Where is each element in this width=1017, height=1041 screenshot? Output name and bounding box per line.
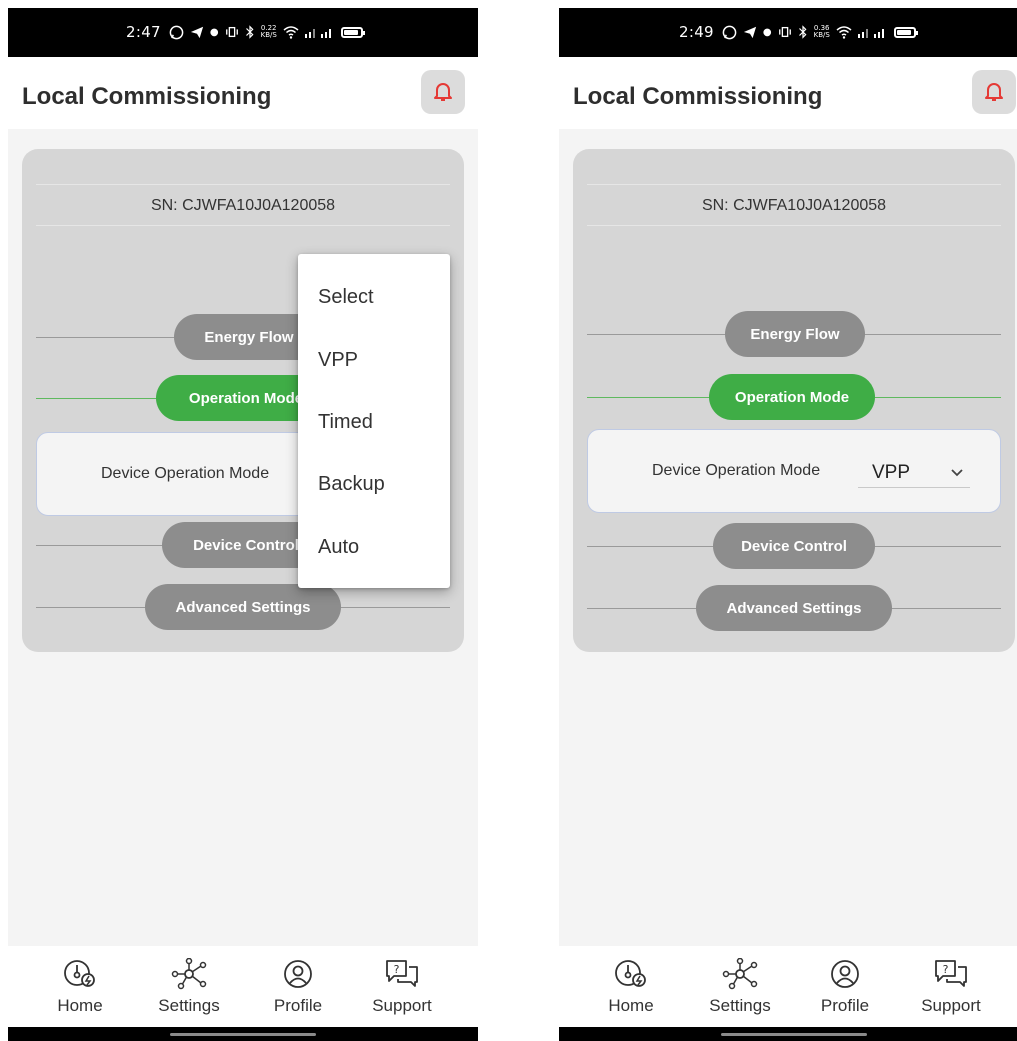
advanced-settings-button[interactable]: Advanced Settings: [145, 584, 341, 630]
vibrate-icon: [778, 26, 791, 38]
nav-support[interactable]: ? Support: [356, 958, 448, 1016]
device-operation-mode-value: VPP: [872, 461, 911, 483]
profile-icon: [831, 960, 859, 988]
settings-network-icon: [722, 958, 758, 990]
page-title: Local Commissioning: [573, 83, 823, 110]
bell-icon: [985, 83, 1003, 101]
nav-home[interactable]: Home: [34, 958, 126, 1016]
chevron-down-icon: [951, 468, 963, 476]
device-operation-mode-label: Device Operation Mode: [652, 462, 821, 479]
nav-settings-label: Settings: [158, 996, 220, 1015]
device-operation-mode-panel: Device Operation Mode VPP: [587, 429, 1001, 513]
nav-profile[interactable]: Profile: [252, 958, 344, 1016]
signal-icon: [304, 29, 331, 38]
dropdown-option-vpp[interactable]: VPP: [318, 349, 358, 372]
nav-settings-label: Settings: [709, 996, 771, 1015]
system-home-bar: [8, 1027, 478, 1041]
status-time: 2:47: [126, 23, 161, 41]
dot-icon: ●: [209, 26, 219, 38]
home-indicator[interactable]: [721, 1033, 867, 1036]
network-speed: 0.36 KB/S: [813, 24, 830, 39]
serial-number: SN: CJWFA10J0A120058: [36, 184, 450, 226]
advanced-settings-button[interactable]: Advanced Settings: [696, 585, 892, 631]
nav-home-label: Home: [57, 996, 103, 1015]
bell-icon: [434, 83, 452, 101]
status-time: 2:49: [679, 23, 714, 41]
nav-home[interactable]: Home: [585, 958, 677, 1016]
support-chat-icon: ?: [935, 960, 967, 987]
nav-support[interactable]: ? Support: [905, 958, 997, 1016]
telegram-icon: [743, 26, 757, 39]
notifications-button[interactable]: [421, 70, 465, 114]
battery-icon: [340, 26, 365, 38]
notifications-button[interactable]: [972, 70, 1016, 114]
svg-text:?: ?: [943, 963, 949, 976]
dropdown-option-auto[interactable]: Auto: [318, 536, 359, 559]
dropdown-option-timed[interactable]: Timed: [318, 411, 373, 434]
serial-number: SN: CJWFA10J0A120058: [587, 184, 1001, 226]
status-bar: 2:49 ● 0.36 KB/S: [559, 8, 1017, 57]
profile-icon: [284, 960, 312, 988]
device-operation-mode-select[interactable]: VPP: [858, 458, 970, 488]
bottom-navigation: Home Settings Profile ? Support: [8, 946, 478, 1041]
wifi-icon: [836, 26, 852, 39]
signal-icon: [857, 29, 884, 38]
bottom-navigation: Home Settings Profile ? Support: [559, 946, 1017, 1041]
nav-profile-label: Profile: [273, 996, 323, 1015]
operation-mode-dropdown: Select VPP Timed Backup Auto: [298, 254, 450, 588]
telegram-icon: [190, 26, 204, 39]
phone-screen-left: 2:47 ● 0.22 KB/S Local Commissioning SN: …: [8, 8, 478, 1041]
vibrate-icon: [225, 26, 238, 38]
status-bar: 2:47 ● 0.22 KB/S: [8, 8, 478, 57]
app-header: Local Commissioning: [559, 57, 1017, 129]
nav-support-label: Support: [372, 996, 432, 1015]
dot-icon: ●: [762, 26, 772, 38]
energy-flow-button[interactable]: Energy Flow: [725, 311, 865, 357]
settings-network-icon: [171, 958, 207, 990]
nav-settings[interactable]: Settings: [694, 958, 786, 1016]
svg-text:?: ?: [394, 963, 400, 976]
wifi-icon: [283, 26, 299, 39]
device-operation-mode-label: Device Operation Mode: [101, 465, 270, 482]
dropdown-option-backup[interactable]: Backup: [318, 473, 385, 496]
battery-icon: [893, 26, 918, 38]
home-gauge-icon: [64, 960, 95, 987]
dropdown-option-select[interactable]: Select: [318, 286, 374, 309]
home-gauge-icon: [615, 960, 646, 987]
operation-mode-button[interactable]: Operation Mode: [709, 374, 875, 420]
app-header: Local Commissioning: [8, 57, 478, 129]
whatsapp-icon: [722, 25, 737, 39]
system-home-bar: [559, 1027, 1017, 1041]
bluetooth-icon: [245, 25, 254, 39]
bluetooth-icon: [798, 25, 807, 39]
home-indicator[interactable]: [170, 1033, 316, 1036]
nav-settings[interactable]: Settings: [143, 958, 235, 1016]
page-title: Local Commissioning: [22, 83, 272, 110]
commissioning-card: SN: CJWFA10J0A120058 Energy Flow Operati…: [573, 149, 1015, 652]
device-control-button[interactable]: Device Control: [713, 523, 875, 569]
whatsapp-icon: [169, 25, 184, 39]
phone-screen-right: 2:49 ● 0.36 KB/S Local Commissioning SN: …: [559, 8, 1017, 1041]
nav-home-label: Home: [608, 996, 654, 1015]
network-speed: 0.22 KB/S: [260, 24, 277, 39]
nav-profile[interactable]: Profile: [799, 958, 891, 1016]
support-chat-icon: ?: [386, 960, 418, 987]
nav-profile-label: Profile: [820, 996, 870, 1015]
nav-support-label: Support: [921, 996, 981, 1015]
